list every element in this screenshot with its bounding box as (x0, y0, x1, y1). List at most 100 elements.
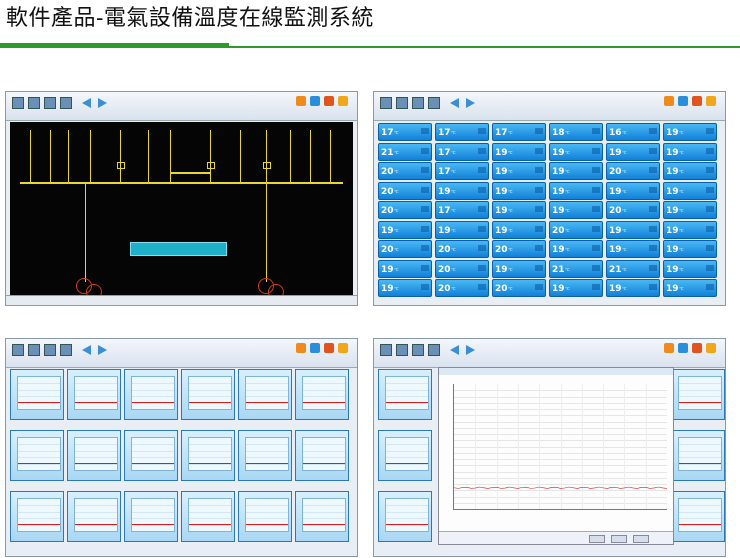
temperature-tile[interactable]: 20 ℃ (492, 240, 546, 258)
alarm-status-icon[interactable] (692, 96, 702, 106)
temperature-tile[interactable]: 19 ℃ (606, 181, 660, 200)
temperature-tile[interactable]: 17 ℃ (378, 123, 432, 141)
trend-chart-tile[interactable] (295, 430, 349, 481)
temperature-tile[interactable]: 20 ℃ (435, 279, 489, 297)
temperature-tile[interactable]: 19 ℃ (663, 162, 717, 180)
report-icon[interactable] (428, 97, 440, 109)
exit-icon[interactable] (706, 96, 716, 106)
history-icon[interactable] (28, 97, 40, 109)
temperature-tile[interactable]: 20 ℃ (435, 240, 489, 258)
temperature-tile[interactable]: 19 ℃ (606, 220, 660, 239)
trend-chart-tile[interactable] (67, 491, 121, 542)
temperature-tile[interactable]: 19 ℃ (378, 220, 432, 239)
trend-chart-tile[interactable] (10, 430, 64, 481)
exit-icon[interactable] (706, 343, 716, 353)
temperature-tile[interactable]: 16 ℃ (606, 123, 660, 141)
temperature-tile[interactable]: 19 ℃ (492, 162, 546, 180)
temperature-tile[interactable]: 19 ℃ (549, 240, 603, 258)
main-view-icon[interactable] (380, 97, 392, 109)
temperature-tile[interactable]: 20 ℃ (606, 162, 660, 180)
trend-chart-tile[interactable] (295, 491, 349, 542)
temperature-tile[interactable]: 19 ℃ (549, 162, 603, 180)
window-icon[interactable] (664, 343, 674, 353)
alarm-status-icon[interactable] (324, 343, 334, 353)
trend-chart-tile[interactable] (124, 430, 178, 481)
main-view-icon[interactable] (12, 97, 24, 109)
trend-chart-tile[interactable] (238, 430, 292, 481)
alarm-icon[interactable] (44, 97, 56, 109)
temperature-tile[interactable]: 19 ℃ (663, 240, 717, 258)
trend-chart-tile[interactable] (295, 369, 349, 420)
temperature-tile[interactable]: 19 ℃ (663, 181, 717, 200)
settings-icon[interactable] (310, 96, 320, 106)
temperature-tile[interactable]: 19 ℃ (549, 201, 603, 219)
temperature-tile[interactable]: 19 ℃ (435, 181, 489, 200)
back-arrow-icon[interactable] (450, 98, 459, 108)
temperature-tile[interactable]: 21 ℃ (606, 259, 660, 278)
temperature-tile[interactable]: 19 ℃ (606, 142, 660, 161)
temperature-tile[interactable]: 20 ℃ (378, 201, 432, 219)
trend-chart-tile[interactable] (181, 491, 235, 542)
temperature-tile[interactable]: 19 ℃ (606, 279, 660, 297)
temperature-tile[interactable]: 17 ℃ (435, 142, 489, 161)
temperature-tile[interactable]: 19 ℃ (435, 220, 489, 239)
window-icon[interactable] (664, 96, 674, 106)
exit-icon[interactable] (338, 96, 348, 106)
temperature-tile[interactable]: 20 ℃ (492, 279, 546, 297)
temperature-tile[interactable]: 19 ℃ (663, 123, 717, 141)
temperature-tile[interactable]: 19 ℃ (663, 220, 717, 239)
history-icon[interactable] (396, 344, 408, 356)
temperature-tile[interactable]: 19 ℃ (492, 201, 546, 219)
report-icon[interactable] (60, 344, 72, 356)
temperature-tile[interactable]: 19 ℃ (492, 142, 546, 161)
temperature-tile[interactable]: 19 ℃ (549, 142, 603, 161)
temperature-tile[interactable]: 20 ℃ (378, 162, 432, 180)
forward-arrow-icon[interactable] (98, 345, 107, 355)
query-button[interactable] (589, 535, 605, 543)
trend-chart-tile[interactable] (238, 369, 292, 420)
return-button[interactable] (633, 535, 649, 543)
trend-chart-tile[interactable] (124, 491, 178, 542)
temperature-tile[interactable]: 19 ℃ (492, 220, 546, 239)
forward-arrow-icon[interactable] (466, 345, 475, 355)
temperature-tile[interactable]: 19 ℃ (492, 259, 546, 278)
temperature-tile[interactable]: 19 ℃ (378, 259, 432, 278)
settings-icon[interactable] (310, 343, 320, 353)
temperature-tile[interactable]: 18 ℃ (549, 123, 603, 141)
temperature-tile[interactable]: 19 ℃ (492, 181, 546, 200)
temperature-tile[interactable]: 20 ℃ (606, 201, 660, 219)
temperature-tile[interactable]: 19 ℃ (549, 181, 603, 200)
temperature-tile[interactable]: 17 ℃ (435, 201, 489, 219)
trend-chart-tile[interactable] (378, 430, 432, 481)
print-button[interactable] (611, 535, 627, 543)
forward-arrow-icon[interactable] (98, 98, 107, 108)
temperature-tile[interactable]: 19 ℃ (606, 240, 660, 258)
temperature-tile[interactable]: 19 ℃ (378, 279, 432, 297)
exit-icon[interactable] (338, 343, 348, 353)
alarm-icon[interactable] (412, 97, 424, 109)
temperature-tile[interactable]: 19 ℃ (663, 201, 717, 219)
history-icon[interactable] (28, 344, 40, 356)
report-icon[interactable] (60, 97, 72, 109)
temperature-tile[interactable]: 19 ℃ (663, 142, 717, 161)
temperature-tile[interactable]: 17 ℃ (435, 162, 489, 180)
alarm-icon[interactable] (412, 344, 424, 356)
temperature-tile[interactable]: 20 ℃ (378, 181, 432, 200)
temperature-tile[interactable]: 19 ℃ (663, 279, 717, 297)
history-icon[interactable] (396, 97, 408, 109)
temperature-tile[interactable]: 17 ℃ (492, 123, 546, 141)
settings-icon[interactable] (678, 343, 688, 353)
window-icon[interactable] (296, 343, 306, 353)
trend-chart-tile[interactable] (181, 369, 235, 420)
main-view-icon[interactable] (380, 344, 392, 356)
forward-arrow-icon[interactable] (466, 98, 475, 108)
window-icon[interactable] (296, 96, 306, 106)
trend-chart-tile[interactable] (378, 369, 432, 420)
temperature-tile[interactable]: 20 ℃ (549, 220, 603, 239)
trend-chart-tile[interactable] (671, 369, 725, 420)
temperature-tile[interactable]: 21 ℃ (549, 259, 603, 278)
trend-chart-tile[interactable] (10, 369, 64, 420)
temperature-tile[interactable]: 19 ℃ (549, 279, 603, 297)
trend-chart-tile[interactable] (671, 430, 725, 481)
trend-chart-tile[interactable] (671, 491, 725, 542)
